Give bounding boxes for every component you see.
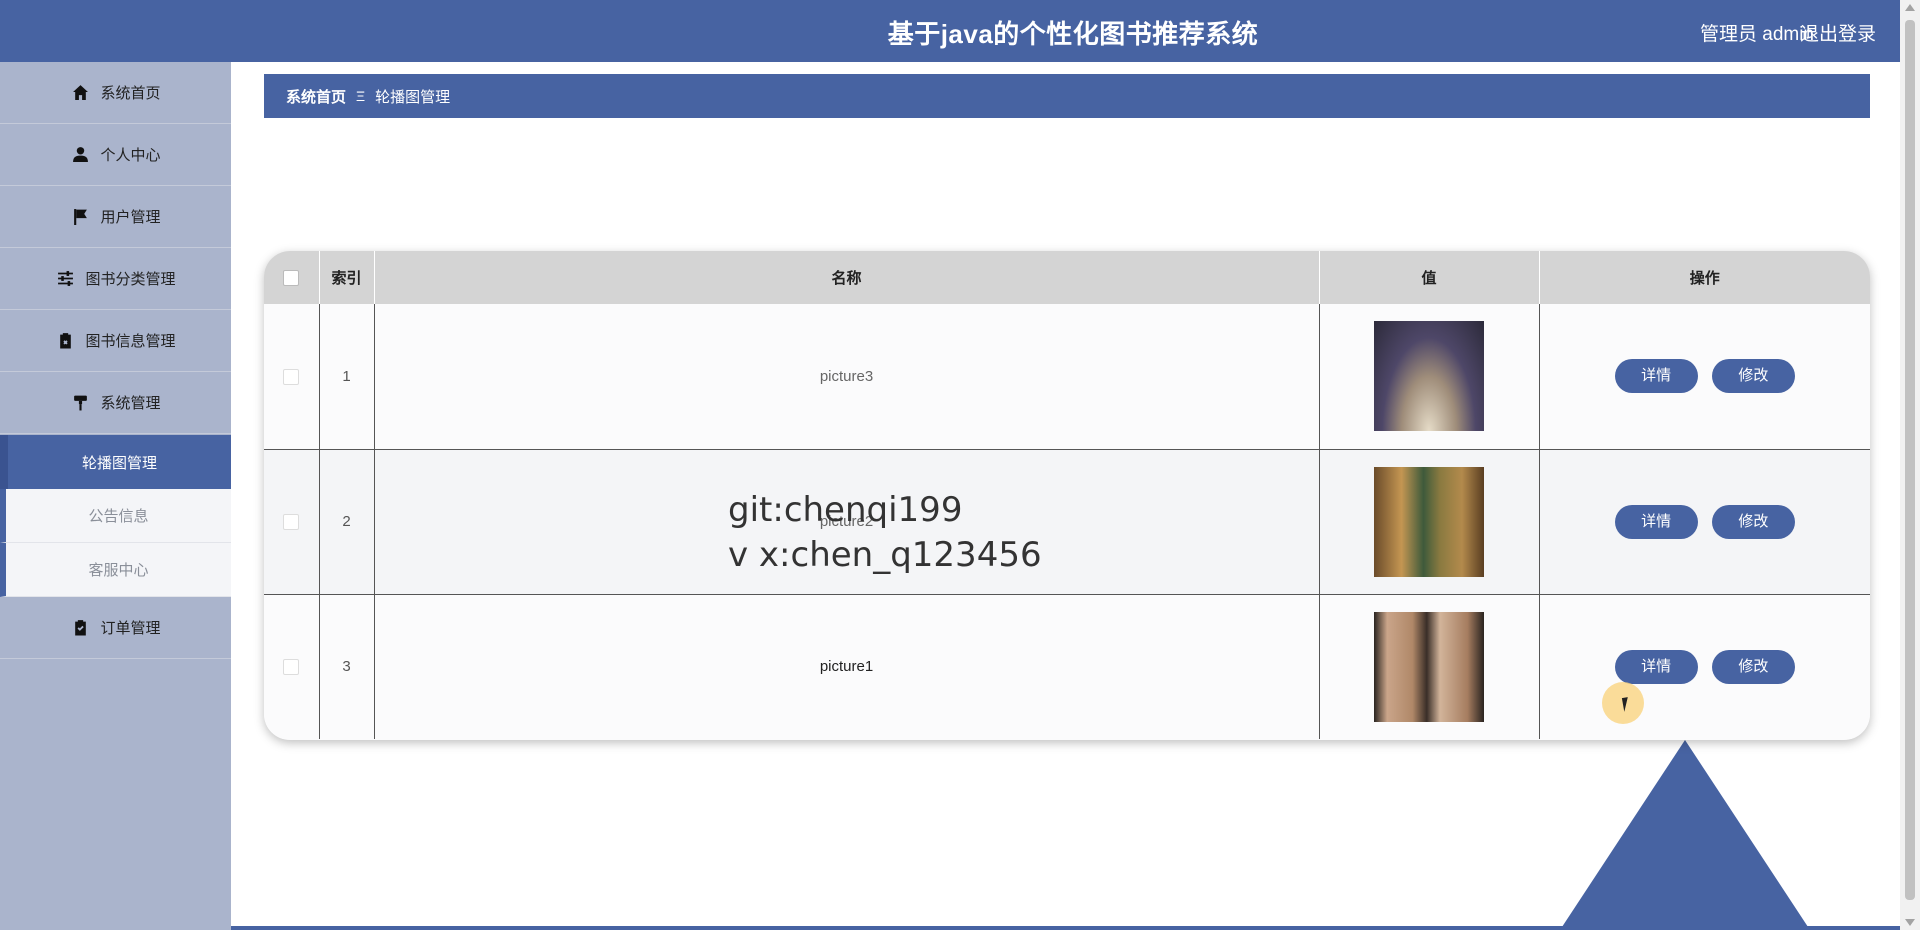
sidebar-item-label: 图书信息管理 [85, 333, 176, 350]
sidebar-item-users[interactable]: 用户管理 [0, 186, 231, 248]
carousel-table: 索引 名称 值 操作 1 picture3 详情 修改 2 picture2 详… [264, 251, 1870, 740]
clipboard-x-icon [55, 331, 75, 351]
edit-button[interactable]: 修改 [1711, 504, 1795, 539]
row-name: picture3 [374, 304, 1320, 449]
sliders-icon [55, 269, 75, 289]
mouse-cursor-icon [1621, 696, 1637, 712]
column-header-value: 值 [1319, 251, 1540, 304]
bottom-bar [231, 926, 1900, 930]
sidebar-item-system[interactable]: 系统管理 [0, 372, 231, 434]
sidebar-item-home[interactable]: 系统首页 [0, 62, 231, 124]
logout-link[interactable]: 退出登录 [1800, 19, 1876, 46]
table-row: 2 picture2 详情 修改 [264, 448, 1870, 594]
row-index: 3 [319, 593, 375, 739]
home-icon [70, 83, 90, 103]
sidebar-item-label: 订单管理 [100, 620, 161, 637]
watermark-line: git:chenqi199 [728, 490, 963, 530]
sidebar-item-profile[interactable]: 个人中心 [0, 124, 231, 186]
sidebar-item-label: 个人中心 [100, 147, 161, 164]
breadcrumb-home[interactable]: 系统首页 [286, 86, 346, 107]
sidebar-item-book-category[interactable]: 图书分类管理 [0, 248, 231, 310]
detail-button[interactable]: 详情 [1614, 504, 1698, 539]
column-header-name: 名称 [374, 251, 1320, 304]
sidebar-subitem-customer-service[interactable]: 客服中心 [0, 543, 231, 597]
vertical-scrollbar[interactable] [1900, 0, 1920, 930]
scroll-down-icon[interactable] [1905, 919, 1915, 926]
select-all-cell [264, 251, 320, 304]
table-row: 1 picture3 详情 修改 [264, 304, 1870, 449]
sidebar-item-label: 系统管理 [100, 395, 161, 412]
watermark-line: v x:chen_q123456 [728, 535, 1042, 575]
bookcover-image[interactable] [1374, 611, 1484, 722]
edit-button[interactable]: 修改 [1711, 649, 1795, 684]
detail-button[interactable]: 详情 [1614, 649, 1698, 684]
sidebar-subitem-label: 轮播图管理 [81, 454, 157, 472]
top-header: 基于java的个性化图书推荐系统 管理员 admin 退出登录 [0, 0, 1900, 62]
column-header-index: 索引 [319, 251, 375, 304]
sidebar-subitem-label: 公告信息 [88, 508, 149, 525]
app-title: 基于java的个性化图书推荐系统 [887, 19, 1259, 49]
flag-icon [70, 207, 90, 227]
sidebar-item-label: 用户管理 [100, 209, 161, 226]
row-index: 2 [319, 448, 375, 594]
scrollbar-thumb[interactable] [1905, 20, 1915, 900]
sidebar-item-orders[interactable]: 订单管理 [0, 597, 231, 659]
sidebar-item-label: 系统首页 [100, 85, 161, 102]
table-header-row: 索引 名称 值 操作 [264, 251, 1870, 304]
current-user: 管理员 admin [1699, 24, 1814, 45]
clipboard-check-icon [70, 618, 90, 638]
paint-roller-icon [70, 393, 90, 413]
sidebar-subitem-label: 客服中心 [88, 562, 149, 579]
watermark-text: git:chenqi199 v x:chen_q123456 [728, 488, 1042, 578]
row-index: 1 [319, 304, 375, 449]
user-icon [70, 145, 90, 165]
select-all-checkbox[interactable] [283, 270, 300, 287]
breadcrumb-separator: Ξ [356, 88, 366, 104]
row-checkbox[interactable] [283, 368, 300, 385]
scroll-up-icon[interactable] [1905, 4, 1915, 11]
breadcrumb-current: 轮播图管理 [375, 88, 451, 106]
sidebar-item-book-info[interactable]: 图书信息管理 [0, 310, 231, 372]
detail-button[interactable]: 详情 [1614, 359, 1698, 394]
edit-button[interactable]: 修改 [1711, 359, 1795, 394]
sidebar-subitem-carousel[interactable]: 轮播图管理 [0, 435, 231, 489]
column-header-actions: 操作 [1689, 270, 1720, 287]
sidebar: 系统首页 个人中心 用户管理 图书分类管理 图书信息管理 系统管理 轮播图管理 … [0, 62, 231, 930]
book-pages-image[interactable] [1374, 321, 1484, 432]
decorative-triangle [1560, 740, 1810, 930]
breadcrumb: 系统首页 Ξ 轮播图管理 [264, 74, 1870, 118]
sidebar-subitem-announcement[interactable]: 公告信息 [0, 489, 231, 543]
row-checkbox[interactable] [283, 659, 300, 676]
sidebar-item-label: 图书分类管理 [85, 271, 176, 288]
row-name: picture1 [374, 593, 1320, 739]
library-shelves-image[interactable] [1374, 466, 1484, 577]
row-checkbox[interactable] [283, 514, 300, 531]
